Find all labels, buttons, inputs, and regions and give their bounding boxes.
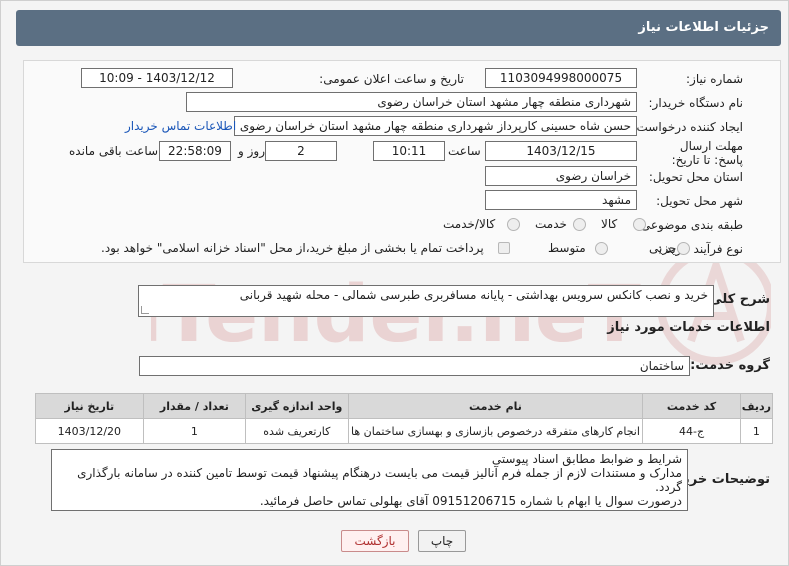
cell-date: 1403/12/20	[35, 418, 144, 444]
category-label: طبقه بندی موضوعی:	[636, 218, 743, 232]
col-unit-header: واحد اندازه گیری	[245, 393, 349, 419]
requester-field: حسن شاه حسینی کارپرداز شهرداری منطقه چها…	[234, 116, 637, 136]
city-label: شهر محل تحویل:	[656, 194, 743, 208]
service-group-field: ساختمان	[139, 356, 690, 376]
back-button[interactable]: بازگشت	[341, 530, 409, 552]
process-medium-radio[interactable]	[595, 242, 608, 255]
cell-unit: کارتعریف شده	[245, 418, 349, 444]
announce-date-label: تاریخ و ساعت اعلان عمومی:	[319, 72, 464, 86]
remaining-time-field: 22:58:09	[159, 141, 231, 161]
buyer-notes-box: شرایط و ضوابط مطابق اسناد پیوستی مدارک و…	[51, 449, 688, 511]
province-label: استان محل تحویل:	[648, 170, 743, 184]
cell-qty: 1	[142, 418, 247, 444]
city-field: مشهد	[485, 190, 637, 210]
page-title: جزئیات اطلاعات نیاز	[16, 10, 781, 46]
need-number-label: شماره نیاز:	[686, 72, 743, 86]
requester-label: ایجاد کننده درخواست:	[632, 120, 743, 134]
process-minor-label: جزیی	[649, 241, 677, 255]
buyer-contact-link[interactable]: اطلاعات تماس خریدار	[125, 119, 236, 133]
process-minor-radio[interactable]	[677, 242, 690, 255]
need-number-field: 1103094998000075	[485, 68, 637, 88]
col-date-header: تاریخ نیاز	[35, 393, 144, 419]
process-medium-label: متوسط	[548, 241, 586, 255]
print-button[interactable]: چاپ	[418, 530, 466, 552]
description-textarea: خرید و نصب کانکس سرویس بهداشتی - پایانه …	[138, 285, 714, 317]
cell-code: ج-44	[642, 418, 741, 444]
service-group-label: گروه خدمت:	[690, 358, 770, 373]
deadline-time-field: 10:11	[373, 141, 445, 161]
col-code-header: کد خدمت	[642, 393, 741, 419]
category-both-radio[interactable]	[507, 218, 520, 231]
resize-grip-icon[interactable]	[141, 306, 149, 314]
remaining-days-field: 2	[265, 141, 337, 161]
col-name-header: نام خدمت	[347, 393, 644, 419]
details-panel: جزئیات اطلاعات نیاز AriaTender.neT شماره…	[0, 0, 789, 566]
table-header-row: ردیف کد خدمت نام خدمت واحد اندازه گیری ت…	[35, 393, 774, 419]
services-section-title: اطلاعات خدمات مورد نیاز	[607, 320, 770, 335]
buyer-org-field: شهرداری منطقه چهار مشهد استان خراسان رضو…	[186, 92, 637, 112]
deadline-time-label: ساعت	[448, 144, 481, 158]
description-text: خرید و نصب کانکس سرویس بهداشتی - پایانه …	[239, 288, 708, 302]
col-row-header: ردیف	[739, 393, 774, 419]
category-goods-radio[interactable]	[633, 218, 646, 231]
col-qty-header: تعداد / مقدار	[142, 393, 247, 419]
buyer-org-label: نام دستگاه خریدار:	[648, 96, 744, 110]
announce-date-field: 1403/12/12 - 10:09	[81, 68, 233, 88]
services-table: ردیف کد خدمت نام خدمت واحد اندازه گیری ت…	[35, 393, 774, 444]
days-label: روز و	[238, 144, 265, 158]
table-row: 1 ج-44 انجام کارهای متفرقه درخصوص بازساز…	[35, 418, 774, 444]
treasury-payment-checkbox[interactable]	[498, 242, 510, 254]
buyer-notes-line: درصورت سوال یا ابهام با شماره 0915120671…	[259, 494, 682, 508]
category-service-label: خدمت	[535, 217, 567, 231]
remaining-label: ساعت باقی مانده	[69, 144, 159, 158]
buyer-notes-line: شرایط و ضوابط مطابق اسناد پیوستی	[491, 452, 682, 466]
category-goods-label: کالا	[601, 217, 618, 231]
province-field: خراسان رضوی	[485, 166, 637, 186]
buyer-notes-line: مدارک و مستندات لازم از جمله فرم آنالیز …	[77, 466, 682, 494]
treasury-payment-note: پرداخت تمام یا بخشی از مبلغ خرید،از محل …	[101, 241, 484, 255]
category-service-radio[interactable]	[573, 218, 586, 231]
cell-name: انجام کارهای متفرقه درخصوص بازسازی و بهس…	[347, 418, 644, 444]
deadline-label: مهلت ارسال پاسخ: تا تاریخ:	[671, 139, 743, 167]
category-both-label: کالا/خدمت	[443, 217, 496, 231]
cell-row: 1	[739, 418, 774, 444]
deadline-date-field: 1403/12/15	[485, 141, 637, 161]
